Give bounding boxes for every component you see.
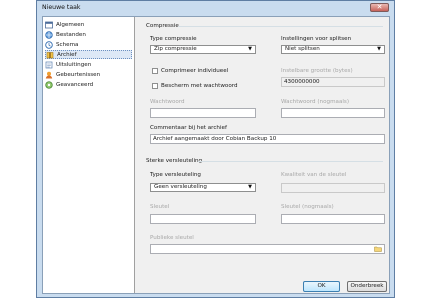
key-repeat-field[interactable] [281, 214, 385, 224]
sidebar-item-label: Gebeurtenissen [56, 71, 101, 78]
key-repeat-label: Sleutel (nogmaals) [281, 204, 334, 210]
split-value: Niet splitsen [285, 46, 320, 52]
sidebar-item-archive[interactable]: Archief [45, 50, 132, 59]
sidebar-item-exclusions[interactable]: Uitsluitingen [45, 60, 132, 69]
close-icon: ✕ [376, 3, 383, 11]
split-size-field[interactable]: 4300000000 [281, 77, 385, 87]
chevron-down-icon: ▼ [248, 46, 252, 52]
sidebar: Algemeen Bestanden Schema Archief Uitslu… [43, 17, 135, 293]
comment-field[interactable]: Archief aangemaakt door Cobian Backup 10 [150, 134, 385, 144]
dialog-window: Nieuwe taak ✕ Algemeen Bestanden Schema … [36, 0, 395, 298]
split-select[interactable]: Niet splitsen ▼ [281, 45, 385, 54]
sidebar-item-label: Archief [57, 51, 77, 58]
compression-type-value: Zip compressie [154, 46, 197, 52]
public-key-field[interactable] [150, 244, 385, 254]
encryption-section-title: Sterke versleuteling [146, 158, 203, 164]
key-quality-label: Kwaliteit van de sleutel [281, 172, 347, 178]
chevron-down-icon: ▼ [377, 46, 381, 52]
password-label: Wachtwoord [150, 99, 185, 105]
sidebar-item-label: Uitsluitingen [56, 61, 92, 68]
sidebar-item-general[interactable]: Algemeen [45, 20, 132, 29]
title-bar[interactable]: Nieuwe taak ✕ [37, 1, 394, 16]
split-size-label: Instelbare grootte (bytes) [281, 68, 353, 74]
comment-label: Commentaar bij het archief [150, 125, 227, 131]
key-quality-field [281, 183, 385, 193]
compress-individually-checkbox[interactable] [152, 68, 158, 74]
files-icon [45, 30, 53, 39]
encryption-type-label: Type versleuteling [150, 172, 201, 178]
compress-individually-label: Comprimeer individueel [161, 68, 229, 74]
public-key-label: Publieke sleutel [150, 235, 194, 241]
advanced-icon [45, 80, 53, 89]
encryption-type-value: Geen versleuteling [154, 184, 207, 190]
exclusions-icon [45, 61, 53, 69]
password-repeat-field[interactable] [281, 108, 385, 118]
key-field[interactable] [150, 214, 256, 224]
archive-icon [46, 51, 54, 59]
chevron-down-icon: ▼ [248, 184, 252, 190]
sidebar-item-label: Algemeen [56, 21, 85, 28]
events-icon [45, 71, 53, 79]
window-title: Nieuwe taak [42, 4, 81, 11]
split-label: Instellingen voor splitsen [281, 36, 352, 42]
cancel-button[interactable]: Onderbreek [347, 281, 387, 292]
split-size-value: 4300000000 [284, 79, 320, 85]
close-button[interactable]: ✕ [370, 3, 389, 12]
sidebar-item-schedule[interactable]: Schema [45, 40, 132, 49]
schedule-icon [45, 40, 53, 49]
compression-type-select[interactable]: Zip compressie ▼ [150, 45, 256, 54]
section-divider [198, 161, 383, 162]
folder-icon[interactable] [374, 246, 382, 252]
dialog-client: Algemeen Bestanden Schema Archief Uitslu… [42, 16, 390, 294]
password-repeat-label: Wachtwoord (nogmaals) [281, 99, 350, 105]
encryption-type-select[interactable]: Geen versleuteling ▼ [150, 183, 256, 192]
sidebar-item-events[interactable]: Gebeurtenissen [45, 70, 132, 79]
comment-value: Archief aangemaakt door Cobian Backup 10 [153, 136, 277, 142]
password-protect-label: Bescherm met wachtwoord [161, 83, 238, 89]
ok-button[interactable]: OK [303, 281, 340, 292]
key-label: Sleutel [150, 204, 170, 210]
compression-type-label: Type compressie [150, 36, 197, 42]
password-field[interactable] [150, 108, 256, 118]
section-divider [178, 26, 383, 27]
password-protect-checkbox[interactable] [152, 83, 158, 89]
general-icon [45, 21, 53, 29]
sidebar-item-label: Geavanceerd [56, 81, 94, 88]
sidebar-item-advanced[interactable]: Geavanceerd [45, 80, 132, 89]
sidebar-item-label: Schema [56, 41, 79, 48]
sidebar-item-files[interactable]: Bestanden [45, 30, 132, 39]
sidebar-item-label: Bestanden [56, 31, 86, 38]
compression-section-title: Compressie [146, 23, 179, 29]
